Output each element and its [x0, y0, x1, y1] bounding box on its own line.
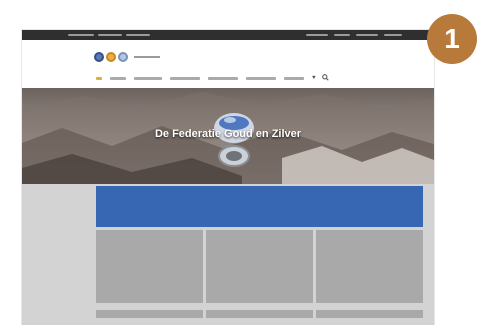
website-mockup: ♥ De Federatie Goud en Zilver	[22, 30, 434, 325]
nav-item[interactable]	[246, 77, 276, 80]
topbar-link[interactable]	[384, 34, 402, 36]
contact-text	[98, 34, 122, 36]
hero-title: De Federatie Goud en Zilver	[154, 128, 302, 140]
topbar-link[interactable]	[306, 34, 328, 36]
contact-text	[126, 34, 150, 36]
card-placeholder-strip	[206, 310, 313, 318]
nav-item[interactable]	[110, 77, 126, 80]
top-bar	[22, 30, 434, 40]
nav-item[interactable]	[170, 77, 200, 80]
topbar-link[interactable]	[334, 34, 350, 36]
logo-emblem-gold	[106, 52, 116, 62]
card-placeholder[interactable]	[96, 230, 203, 303]
main-nav: ♥	[96, 74, 356, 84]
logo-text	[134, 56, 160, 58]
site-logo[interactable]	[94, 52, 160, 62]
logo-emblem-blue	[94, 52, 104, 62]
nav-item-home[interactable]	[96, 77, 102, 80]
nav-item[interactable]	[208, 77, 238, 80]
topbar-link[interactable]	[356, 34, 378, 36]
card-placeholder-strip	[316, 310, 423, 318]
card-placeholder[interactable]	[316, 230, 423, 303]
blue-banner-placeholder	[96, 186, 423, 227]
card-placeholder-strip	[96, 310, 203, 318]
card-placeholder[interactable]	[206, 230, 313, 303]
logo-emblem-silver	[118, 52, 128, 62]
heart-icon[interactable]: ♥	[312, 74, 316, 82]
nav-item[interactable]	[284, 77, 304, 80]
step-number-badge: 1	[427, 14, 477, 64]
nav-item[interactable]	[134, 77, 162, 80]
search-icon[interactable]	[322, 74, 329, 84]
contact-text	[68, 34, 94, 36]
